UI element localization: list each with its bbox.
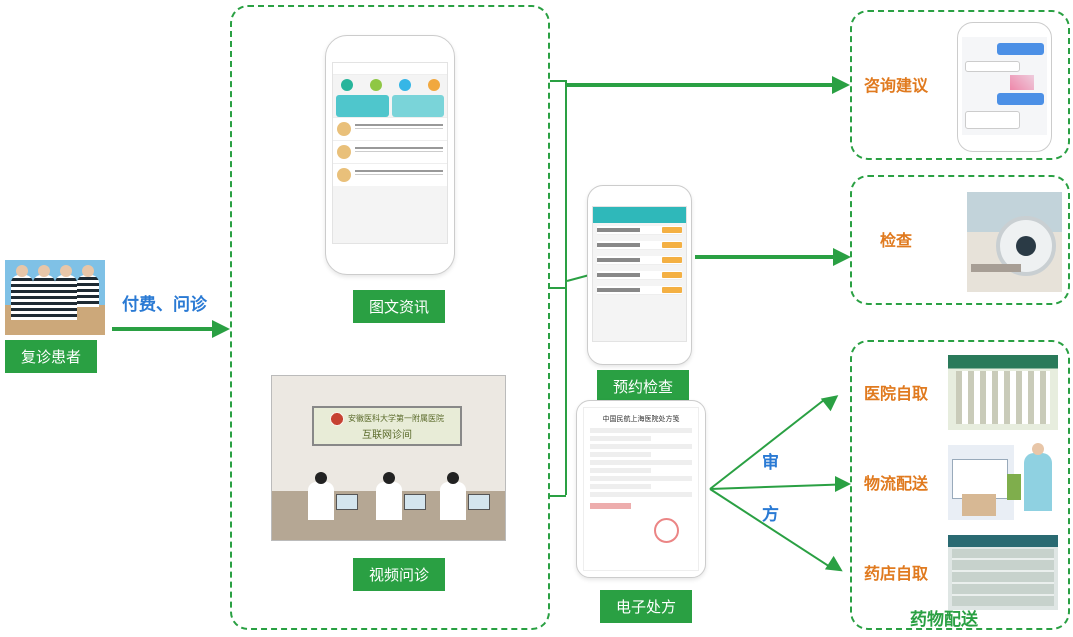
drug-hospital-label: 医院自取 [864,380,936,404]
arrow-to-hospital-pickup-head [821,389,843,411]
appointment-phone-mock [587,185,692,365]
outcome-exam-box: 检查 [850,175,1070,305]
hospital-pharmacy-image [948,355,1058,430]
drug-row-logistics: 物流配送 [864,442,1064,522]
logistics-image [948,445,1058,520]
drug-row-hospital: 医院自取 [864,352,1064,432]
arrow-to-exam [695,248,851,266]
arrow-to-advice [567,76,850,94]
review-label-2: 方 [762,500,779,525]
pharmacy-image [948,535,1058,610]
patients-photo [5,260,105,335]
appointment-label: 预约检查 [597,370,689,403]
erx-title: 中国民航上海医院处方笺 [590,414,692,424]
video-banner-bottom: 互联网诊间 [362,426,412,441]
bracket-bot-stub [550,495,566,497]
ct-scanner-image [967,192,1062,292]
text-consult-phone-mock [325,35,455,275]
advice-label: 咨询建议 [864,72,928,96]
patients-image [5,260,105,335]
drug-row-pharmacy: 药店自取 [864,532,1064,612]
review-label-1: 审 [762,448,779,473]
bracket-mid-join [550,287,566,289]
arrow-to-pharmacy-pickup-head [825,556,847,578]
drug-pharmacy-label: 药店自取 [864,560,936,584]
video-banner-top: 安徽医科大学第一附属医院 [348,413,444,422]
text-info-label: 图文资讯 [353,290,445,323]
video-consult-photo: 安徽医科大学第一附属医院互联网诊间 [271,375,506,541]
erx-label: 电子处方 [600,590,692,623]
drug-dist-label: 药物配送 [910,605,978,630]
advice-phone-mock [957,22,1052,152]
outcome-drug-box: 医院自取 物流配送 药店自取 [850,340,1070,630]
arrow-pay-consult [112,320,230,338]
arrow-to-hospital-pickup [709,399,824,490]
patients-label: 复诊患者 [5,340,97,373]
erx-tablet-mock: 中国民航上海医院处方笺 [576,400,706,578]
video-label: 视频问诊 [353,558,445,591]
bracket-top-stub [550,80,566,82]
arrow-to-logistics [710,483,840,490]
arrow-to-logistics-head [835,476,851,492]
drug-logistics-label: 物流配送 [864,470,936,494]
arrow-pay-consult-label: 付费、问诊 [122,290,207,315]
exam-label: 检查 [880,227,912,251]
outcome-advice-box: 咨询建议 [850,10,1070,160]
